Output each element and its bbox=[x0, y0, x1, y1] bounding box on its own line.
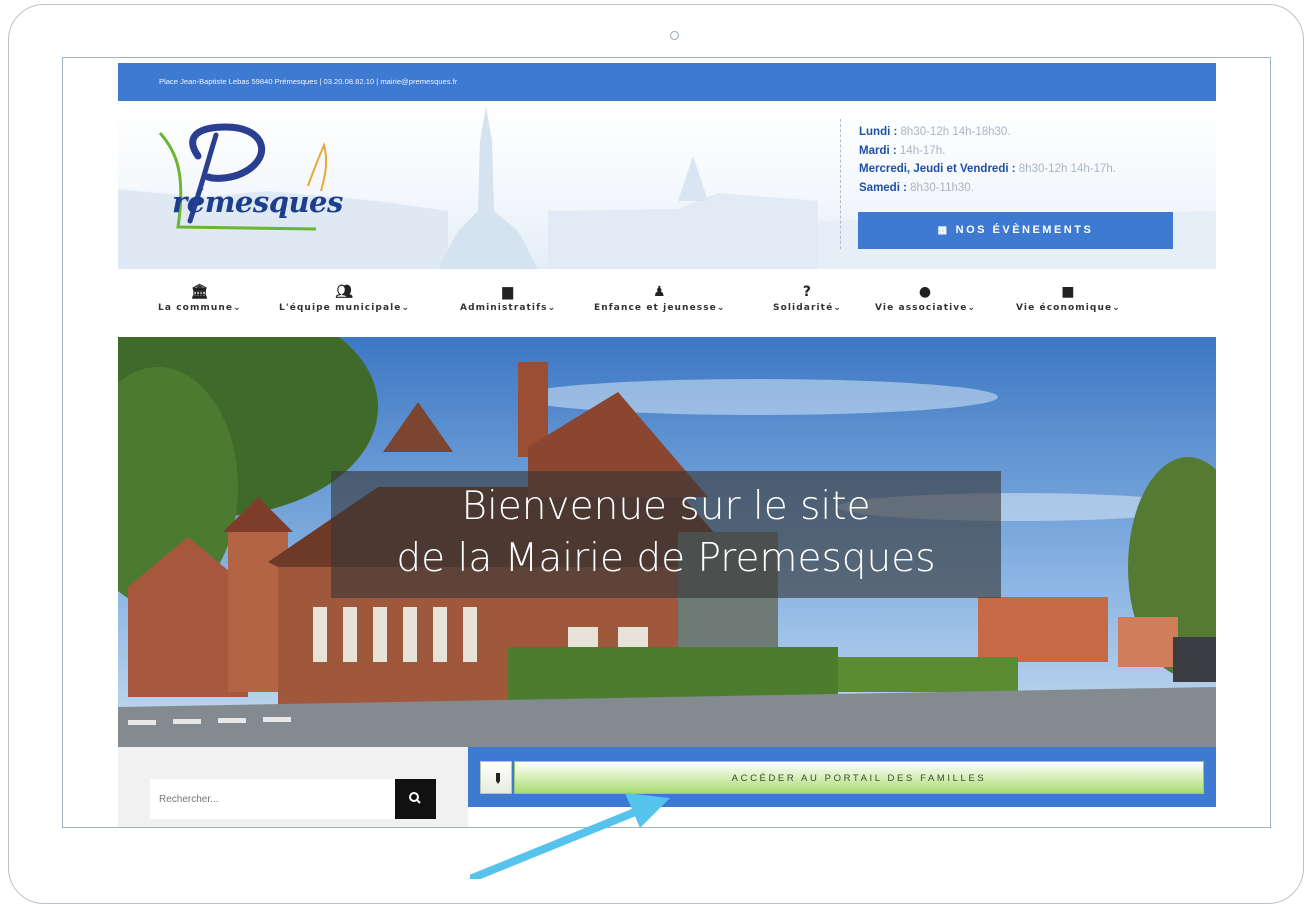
search-icon bbox=[409, 792, 421, 804]
hours-day: Mercredi, Jeudi et Vendredi : bbox=[859, 163, 1016, 175]
nav-label: Vie économique bbox=[1016, 303, 1113, 313]
nav-label: L'équipe municipale bbox=[279, 303, 402, 313]
hours-day: Mardi : bbox=[859, 144, 897, 157]
hours-row: Mercredi, Jeudi et Vendredi : 8h30-12h 1… bbox=[859, 160, 1180, 179]
nav-item-administratifs[interactable]: ▆ Administratifs⌄ bbox=[460, 283, 556, 323]
premesques-logo bbox=[158, 123, 328, 231]
site-header: rémesques Lundi : 8h30-12h 14h-18h30. Ma… bbox=[118, 101, 1216, 269]
hero-banner: Bienvenue sur le site de la Mairie de Pr… bbox=[118, 337, 1216, 747]
nav-item-equipe-municipale[interactable]: 👥︎ L'équipe municipale⌄ bbox=[279, 283, 410, 323]
nav-label: Administratifs bbox=[460, 303, 548, 313]
hours-time: 8h30-11h30. bbox=[906, 181, 974, 194]
city-hall-icon: 🏛︎ bbox=[190, 284, 210, 300]
camera-icon bbox=[670, 31, 679, 40]
welcome-overlay: Bienvenue sur le site de la Mairie de Pr… bbox=[331, 471, 1001, 598]
hours-time: 14h-17h. bbox=[896, 144, 946, 157]
welcome-line-2: de la Mairie de Premesques bbox=[396, 536, 936, 581]
main-nav: 🏛︎ La commune⌄ 👥︎ L'équipe municipale⌄ ▆… bbox=[118, 269, 1216, 337]
events-button[interactable]: ▦ NOS ÉVÈNEMENTS bbox=[858, 212, 1173, 249]
contact-bar: Place Jean-Baptiste Lebas 59840 Prémesqu… bbox=[118, 63, 1216, 101]
nav-label: La commune bbox=[158, 303, 234, 313]
document-icon: ▆ bbox=[502, 284, 515, 300]
hours-day: Samedi : bbox=[859, 181, 907, 194]
events-button-label: NOS ÉVÈNEMENTS bbox=[955, 224, 1094, 236]
search-panel bbox=[118, 747, 468, 827]
hours-row: Mardi : 14h-17h. bbox=[859, 142, 1180, 161]
nav-label: Vie associative bbox=[875, 303, 968, 313]
browser-screen: Place Jean-Baptiste Lebas 59840 Prémesqu… bbox=[62, 57, 1271, 828]
nav-item-solidarite[interactable]: ? Solidarité⌄ bbox=[773, 283, 842, 323]
logo-text: rémesques bbox=[172, 185, 343, 219]
nav-item-vie-economique[interactable]: ■ Vie économique⌄ bbox=[1016, 283, 1121, 323]
nav-item-vie-associative[interactable]: ● Vie associative⌄ bbox=[875, 283, 976, 323]
globe-icon: ● bbox=[918, 284, 933, 300]
search-button[interactable] bbox=[395, 779, 436, 819]
hours-row: Lundi : 8h30-12h 14h-18h30. bbox=[859, 123, 1180, 142]
website: Place Jean-Baptiste Lebas 59840 Prémesqu… bbox=[118, 63, 1216, 827]
help-icon: ? bbox=[802, 284, 813, 300]
calendar-icon: ▦ bbox=[937, 225, 950, 236]
nav-label: Solidarité bbox=[773, 303, 834, 313]
users-icon: 👥︎ bbox=[335, 284, 355, 300]
child-icon: ♟︎ bbox=[652, 284, 667, 300]
search-input[interactable] bbox=[150, 779, 395, 819]
hours-time: 8h30-12h 14h-18h30. bbox=[897, 126, 1011, 138]
briefcase-icon: ■ bbox=[1061, 284, 1076, 300]
hours-day: Lundi : bbox=[859, 126, 898, 138]
pointer-arrow bbox=[470, 793, 670, 879]
hours-time: 8h30-12h 14h-17h. bbox=[1015, 163, 1116, 175]
nav-label: Enfance et jeunesse bbox=[594, 303, 717, 313]
hours-row: Samedi : 8h30-11h30. bbox=[859, 179, 1180, 198]
nav-item-enfance-jeunesse[interactable]: ♟︎ Enfance et jeunesse⌄ bbox=[594, 283, 726, 323]
nav-item-la-commune[interactable]: 🏛︎ La commune⌄ bbox=[158, 283, 242, 323]
welcome-line-1: Bienvenue sur le site bbox=[461, 484, 871, 529]
